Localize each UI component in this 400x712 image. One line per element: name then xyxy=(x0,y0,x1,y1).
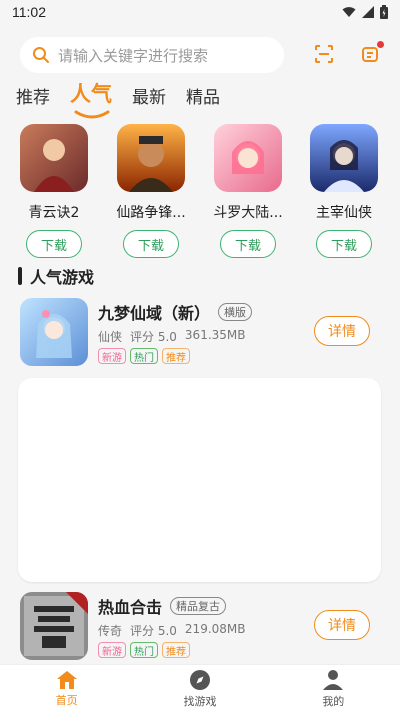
game-title-row: 九梦仙域（新） 横版 xyxy=(98,300,253,324)
game-meta: 仙侠 评分 5.0 361.35MB xyxy=(98,328,246,345)
detail-button[interactable]: 详情 xyxy=(314,610,370,640)
game-labels: 新游 热门 推荐 xyxy=(98,642,190,658)
game-rating: 评分 5.0 xyxy=(130,624,177,638)
battery-icon xyxy=(380,5,388,19)
nav-find-games[interactable]: 找游戏 xyxy=(133,665,266,712)
featured-item: 青云诀2 下载 xyxy=(14,124,94,258)
compass-icon xyxy=(189,669,210,690)
nav-home[interactable]: 首页 xyxy=(0,665,133,712)
game-size: 361.35MB xyxy=(184,328,246,342)
label-hot: 热门 xyxy=(130,642,158,658)
game-list-item[interactable]: 热血合击 精品复古 传奇 评分 5.0 219.08MB 新游 热门 推荐 详情 xyxy=(18,592,382,664)
section-title: 人气游戏 xyxy=(30,268,95,287)
game-title-row: 热血合击 精品复古 xyxy=(98,594,227,618)
category-tabs: 推荐 人气 最新 精品 xyxy=(16,78,220,119)
download-button[interactable]: 下载 xyxy=(123,230,179,258)
game-icon-qingyunjue[interactable] xyxy=(20,124,88,192)
game-tag: 精品复古 xyxy=(170,597,227,615)
home-icon xyxy=(56,670,77,689)
featured-item: 主宰仙侠 下载 xyxy=(304,124,384,258)
detail-button[interactable]: 详情 xyxy=(314,316,370,346)
notification-dot xyxy=(377,41,384,48)
game-size: 219.08MB xyxy=(184,622,246,636)
featured-item: 斗罗大陆... 下载 xyxy=(208,124,288,258)
user-icon xyxy=(323,669,344,690)
game-name: 热血合击 xyxy=(98,598,163,617)
search-icon xyxy=(33,47,49,63)
section-header: 人气游戏 xyxy=(18,264,94,288)
banner-card[interactable] xyxy=(18,378,381,582)
nav-home-label: 首页 xyxy=(55,693,78,707)
game-tag: 横版 xyxy=(218,303,253,321)
tab-recommend[interactable]: 推荐 xyxy=(16,83,50,116)
label-new: 新游 xyxy=(98,642,126,658)
game-icon-jiumengxianyu xyxy=(20,298,88,366)
download-button[interactable]: 下载 xyxy=(316,230,372,258)
featured-name: 主宰仙侠 xyxy=(316,205,372,221)
active-tab-indicator xyxy=(74,110,110,119)
nav-profile-label: 我的 xyxy=(322,694,345,708)
tab-popular[interactable]: 人气 xyxy=(70,78,112,119)
game-category: 仙侠 xyxy=(98,330,123,344)
status-icons xyxy=(342,5,388,19)
featured-item: 仙路争锋... 下载 xyxy=(111,124,191,258)
download-button[interactable]: 下载 xyxy=(26,230,82,258)
nav-find-games-label: 找游戏 xyxy=(183,694,217,708)
featured-name: 仙路争锋... xyxy=(116,205,186,221)
game-meta: 传奇 评分 5.0 219.08MB xyxy=(98,622,246,639)
game-icon-xianluzhengfeng[interactable] xyxy=(117,124,185,192)
game-rating: 评分 5.0 xyxy=(130,330,177,344)
label-recommend: 推荐 xyxy=(162,348,190,364)
search-input[interactable]: 请输入关键字进行搜索 xyxy=(20,37,284,73)
tab-latest[interactable]: 最新 xyxy=(132,83,166,116)
featured-games: 青云诀2 下载 仙路争锋... 下载 斗罗大陆... 下载 主宰仙侠 下载 xyxy=(0,124,400,258)
bottom-nav: 首页 找游戏 我的 xyxy=(0,664,400,712)
search-row: 请输入关键字进行搜索 xyxy=(20,36,384,74)
label-hot: 热门 xyxy=(130,348,158,364)
nav-profile[interactable]: 我的 xyxy=(267,665,400,712)
game-icon-zhuzaixianxia[interactable] xyxy=(310,124,378,192)
status-time: 11:02 xyxy=(12,4,46,20)
message-button[interactable] xyxy=(356,40,384,68)
game-list-item[interactable]: 九梦仙域（新） 横版 仙侠 评分 5.0 361.35MB 新游 热门 推荐 详… xyxy=(18,298,382,370)
download-button[interactable]: 下载 xyxy=(220,230,276,258)
featured-name: 斗罗大陆... xyxy=(213,205,283,221)
wifi-icon xyxy=(342,7,356,17)
game-labels: 新游 热门 推荐 xyxy=(98,348,190,364)
scan-icon xyxy=(315,45,333,63)
tab-popular-label: 人气 xyxy=(70,82,112,106)
search-placeholder: 请输入关键字进行搜索 xyxy=(58,46,209,65)
label-recommend: 推荐 xyxy=(162,642,190,658)
status-bar: 11:02 xyxy=(0,0,400,24)
game-category: 传奇 xyxy=(98,624,123,638)
section-bar xyxy=(18,267,22,285)
label-new: 新游 xyxy=(98,348,126,364)
game-name: 九梦仙域（新） xyxy=(98,304,211,323)
signal-icon xyxy=(362,6,374,18)
featured-name: 青云诀2 xyxy=(28,205,80,221)
message-icon xyxy=(362,47,378,62)
game-icon-rexuehewji xyxy=(20,592,88,660)
scan-button[interactable] xyxy=(310,40,338,68)
game-icon-douluodalu[interactable] xyxy=(214,124,282,192)
tab-boutique[interactable]: 精品 xyxy=(186,83,220,116)
